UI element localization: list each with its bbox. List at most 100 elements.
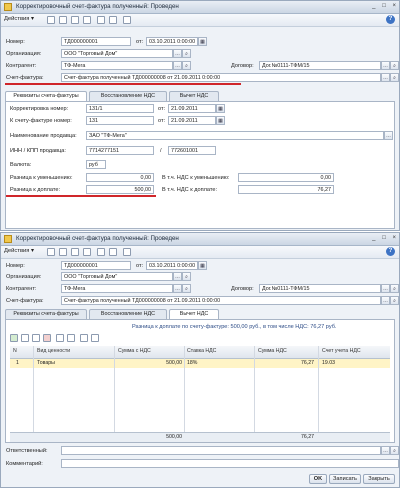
help-icon[interactable]: ? <box>386 15 395 24</box>
number-field[interactable]: ТД000000001 <box>61 37 131 46</box>
invoice-details-panel: Корректировка номер: 131/1 от: 21.09.201… <box>5 101 395 229</box>
copy-row-icon[interactable] <box>21 334 29 342</box>
copy-icon[interactable] <box>59 16 67 24</box>
delete-icon[interactable] <box>83 248 91 256</box>
seller-select-button[interactable]: … <box>384 131 393 140</box>
contractor-open-icon[interactable]: ⌕ <box>182 284 191 293</box>
to-invoice-field[interactable]: 131 <box>86 116 154 125</box>
invoice-field[interactable]: Счет-фактура полученный ТД000000008 от 2… <box>61 73 381 82</box>
org-open-icon[interactable]: ⌕ <box>182 272 191 281</box>
actions-menu[interactable]: Действия ▾ <box>4 16 34 22</box>
to-date-field[interactable]: 21.09.2011 <box>168 116 216 125</box>
sort-asc-icon[interactable] <box>80 334 88 342</box>
org-select-button[interactable]: … <box>173 49 182 58</box>
calendar-button[interactable]: ▦ <box>198 37 207 46</box>
inn-field[interactable]: 7714277151 <box>86 146 154 155</box>
currency-field[interactable]: руб <box>86 160 106 169</box>
move-up-icon[interactable] <box>56 334 64 342</box>
tab-vat-deduction[interactable]: Вычет НДС <box>169 91 219 101</box>
seller-field[interactable]: ЗАО "ТФ-Мега" <box>86 131 384 140</box>
contract-open-icon[interactable]: ⌕ <box>390 61 399 70</box>
corr-calendar-button[interactable]: ▦ <box>216 104 225 113</box>
unpost-icon[interactable] <box>109 16 117 24</box>
org-field[interactable]: ООО "Торговый Дом" <box>61 272 173 281</box>
post-icon[interactable] <box>97 16 105 24</box>
actions-menu[interactable]: Действия ▾ <box>4 248 34 254</box>
close-window-button[interactable]: × <box>392 235 396 241</box>
number-field[interactable]: ТД000000001 <box>61 261 131 270</box>
contractor-field[interactable]: ТФ-Мега <box>61 61 173 70</box>
save-button[interactable]: Записать <box>329 474 361 484</box>
edit-row-icon[interactable] <box>32 334 40 342</box>
tab-vat-recovery[interactable]: Восстановление НДС <box>89 91 167 101</box>
delete-icon[interactable] <box>83 16 91 24</box>
contractor-select-button[interactable]: … <box>173 284 182 293</box>
corr-date-field[interactable]: 21.09.2011 <box>168 104 216 113</box>
contract-field[interactable]: Дог.№0111-ТФМ/15 <box>259 61 381 70</box>
comment-field[interactable] <box>61 459 399 468</box>
structure-icon[interactable] <box>123 248 131 256</box>
new-icon[interactable] <box>47 248 55 256</box>
close-window-button[interactable]: × <box>392 3 396 9</box>
column-header-kind[interactable]: Вид ценности <box>37 348 70 354</box>
org-open-icon[interactable]: ⌕ <box>182 49 191 58</box>
ok-button[interactable]: OK <box>309 474 327 484</box>
sort-desc-icon[interactable] <box>91 334 99 342</box>
decrease-field[interactable]: 0,00 <box>86 173 154 182</box>
surcharge-vat-field[interactable]: 76,27 <box>238 185 334 194</box>
org-field[interactable]: ООО "Торговый Дом" <box>61 49 173 58</box>
contractor-select-button[interactable]: … <box>173 61 182 70</box>
structure-icon[interactable] <box>123 16 131 24</box>
edit-icon[interactable] <box>71 248 79 256</box>
contract-label: Договор: <box>231 63 254 69</box>
column-header-rate[interactable]: Ставка НДС <box>187 348 216 354</box>
invoice-select-button[interactable]: … <box>381 296 390 305</box>
contract-open-icon[interactable]: ⌕ <box>390 284 399 293</box>
surcharge-field[interactable]: 500,00 <box>86 185 154 194</box>
edit-icon[interactable] <box>71 16 79 24</box>
table-row[interactable]: 1 Товары 500,00 18% 76,27 19.03 <box>10 359 390 368</box>
post-icon[interactable] <box>97 248 105 256</box>
new-icon[interactable] <box>47 16 55 24</box>
tab-vat-deduction[interactable]: Вычет НДС <box>169 309 219 319</box>
org-select-button[interactable]: … <box>173 272 182 281</box>
calendar-button[interactable]: ▦ <box>198 261 207 270</box>
tab-invoice-details[interactable]: Реквизиты счета-фактуры <box>5 309 87 319</box>
column-header-sum[interactable]: Сумма с НДС <box>118 348 151 354</box>
invoice-open-icon[interactable]: ⌕ <box>390 73 399 82</box>
kpp-field[interactable]: 772601001 <box>168 146 216 155</box>
date-field[interactable]: 03.10.2011 0:00:00 <box>146 37 198 46</box>
maximize-button[interactable]: □ <box>382 235 386 241</box>
minimize-button[interactable]: _ <box>372 235 375 241</box>
tab-invoice-details[interactable]: Реквизиты счета-фактуры <box>5 91 87 101</box>
responsible-select-button[interactable]: … <box>381 446 390 455</box>
minimize-button[interactable]: _ <box>372 3 375 9</box>
column-header-vat[interactable]: Сумма НДС <box>258 348 287 354</box>
contract-field[interactable]: Дог.№0111-ТФМ/15 <box>259 284 381 293</box>
contractor-field[interactable]: ТФ-Мега <box>61 284 173 293</box>
move-down-icon[interactable] <box>67 334 75 342</box>
column-header-account[interactable]: Счет учета НДС <box>322 348 361 354</box>
close-button[interactable]: Закрыть <box>363 474 395 484</box>
copy-icon[interactable] <box>59 248 67 256</box>
responsible-field[interactable] <box>61 446 381 455</box>
responsible-open-icon[interactable]: ⌕ <box>390 446 399 455</box>
column-header-n[interactable]: N <box>13 348 17 354</box>
contract-select-button[interactable]: … <box>381 284 390 293</box>
to-calendar-button[interactable]: ▦ <box>216 116 225 125</box>
date-field[interactable]: 03.10.2011 0:00:00 <box>146 261 198 270</box>
contract-select-button[interactable]: … <box>381 61 390 70</box>
contractor-open-icon[interactable]: ⌕ <box>182 61 191 70</box>
corr-number-field[interactable]: 131/1 <box>86 104 154 113</box>
add-row-icon[interactable] <box>10 334 18 342</box>
maximize-button[interactable]: □ <box>382 3 386 9</box>
help-icon[interactable]: ? <box>386 247 395 256</box>
invoice-select-button[interactable]: … <box>381 73 390 82</box>
tab-vat-recovery[interactable]: Восстановление НДС <box>89 309 167 319</box>
unpost-icon[interactable] <box>109 248 117 256</box>
delete-row-icon[interactable] <box>43 334 51 342</box>
invoice-open-icon[interactable]: ⌕ <box>390 296 399 305</box>
invoice-field[interactable]: Счет-фактура полученный ТД000000008 от 2… <box>61 296 381 305</box>
corr-from-label: от: <box>158 106 166 112</box>
decrease-vat-field[interactable]: 0,00 <box>238 173 334 182</box>
